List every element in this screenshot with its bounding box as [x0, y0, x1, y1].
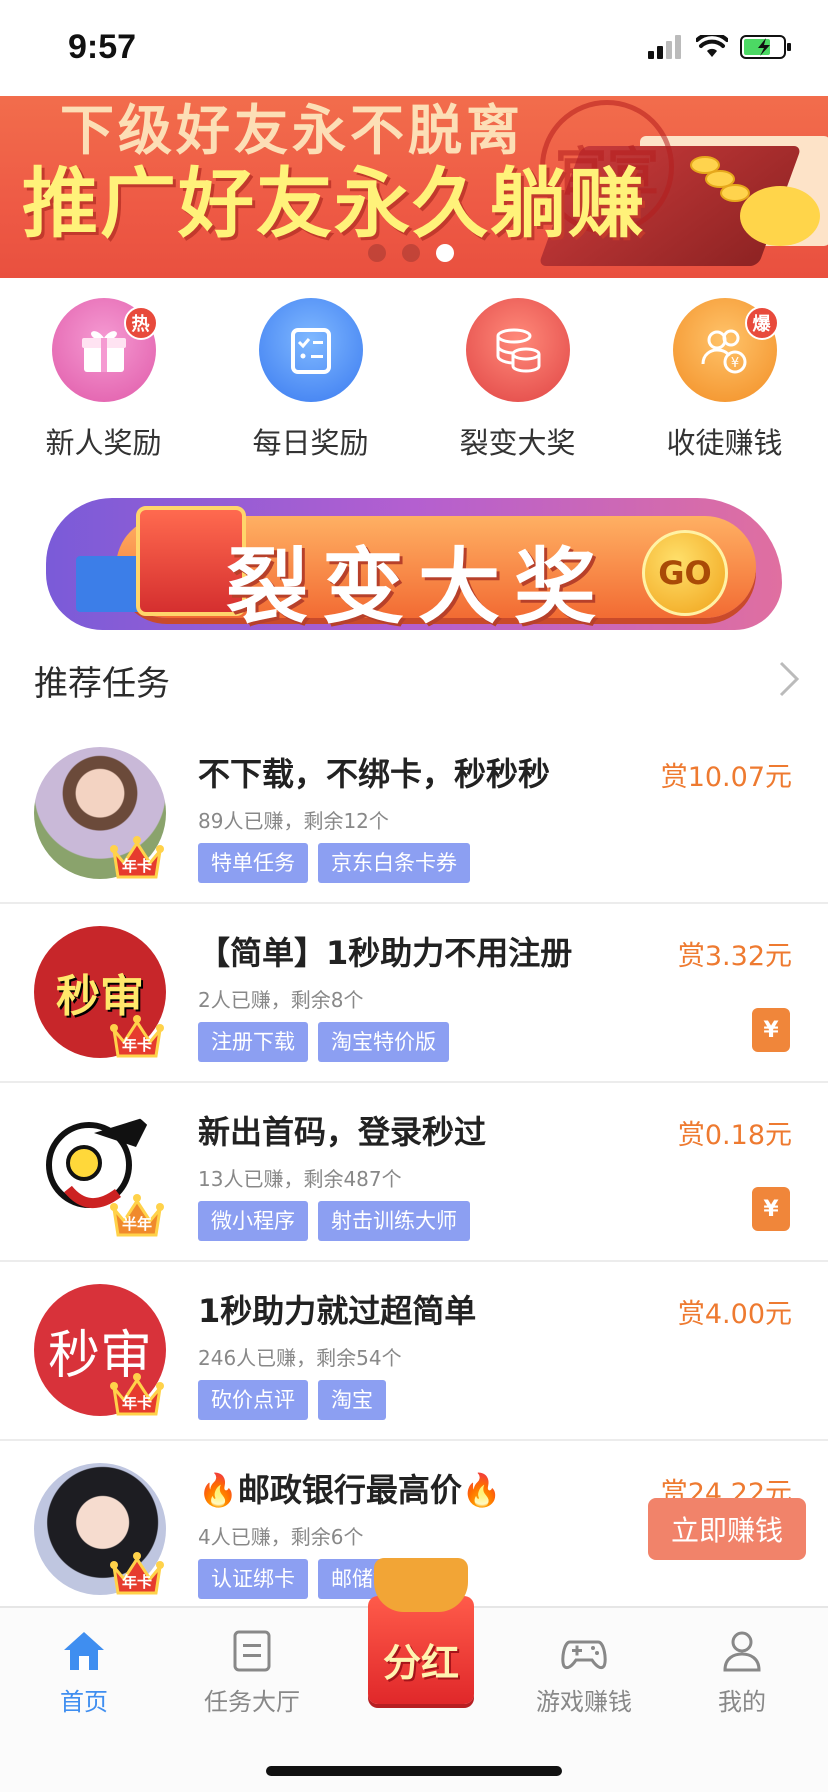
crown-label: 年卡 [121, 1394, 152, 1412]
quick-entry-label: 收徒赚钱 [666, 426, 783, 460]
bottom-tab-bar: 首页 任务大厅 分红 游戏赚钱 我的 [0, 1558, 828, 1792]
tab-game-earn[interactable]: 游戏赚钱 [504, 1630, 664, 1717]
status-icons [648, 34, 792, 60]
task-tag: 淘宝 [318, 1380, 386, 1420]
tab-home[interactable]: 首页 [4, 1630, 164, 1717]
carousel-dots [368, 244, 454, 262]
task-title: 【简单】1秒助力不用注册 [198, 934, 573, 972]
gamepad-icon [561, 1640, 607, 1670]
task-row[interactable]: 年卡 不下载，不绑卡，秒秒秒 89人已赚，剩余12个 特单任务 京东白条卡券 赏… [0, 725, 828, 904]
earn-now-button[interactable]: 立即赚钱 [648, 1498, 806, 1560]
task-reward: 赏3.32元 [677, 941, 792, 972]
red-packet-icon[interactable]: ¥ [752, 1008, 790, 1052]
quick-entry-grid: 热 新人奖励 每日奖励 裂变大奖 ¥ 爆 收徒赚钱 [0, 298, 828, 468]
crown-label: 年卡 [121, 1036, 152, 1054]
crown-label: 年卡 [121, 857, 152, 875]
quick-entry-daily-reward[interactable]: 每日奖励 [207, 298, 414, 468]
task-meta: 13人已赚，剩余487个 [198, 1167, 402, 1191]
task-tags: 砍价点评 淘宝 [198, 1380, 386, 1420]
task-title: 不下载，不绑卡，秒秒秒 [198, 755, 551, 793]
task-tag: 特单任务 [198, 843, 308, 883]
task-title: 新出首码，登录秒过 [198, 1113, 487, 1151]
task-tag: 京东白条卡券 [318, 843, 470, 883]
quick-entry-recruit-earn[interactable]: ¥ 爆 收徒赚钱 [621, 298, 828, 468]
tab-label: 游戏赚钱 [536, 1688, 632, 1716]
coins-stack-icon [465, 298, 570, 402]
tab-label: 我的 [718, 1688, 766, 1716]
task-reward: 赏0.18元 [677, 1120, 792, 1151]
task-title: 1秒助力就过超简单 [198, 1292, 477, 1330]
explosive-badge: 爆 [744, 306, 779, 340]
crown-badge-icon: 半年 [108, 1183, 166, 1241]
quick-entry-label: 裂变大奖 [459, 426, 576, 460]
crown-badge-icon: 年卡 [108, 1362, 166, 1420]
tab-dividend[interactable]: 分红 [368, 1558, 474, 1704]
tab-task-hall[interactable]: 任务大厅 [172, 1630, 332, 1717]
status-time: 9:57 [68, 28, 137, 66]
red-packet-icon[interactable]: ¥ [752, 1187, 790, 1231]
gift-icon: 热 [51, 298, 158, 402]
carousel-dot-active[interactable] [436, 244, 454, 262]
task-tags: 特单任务 京东白条卡券 [198, 843, 470, 883]
task-tags: 注册下载 淘宝特价版 [198, 1022, 449, 1062]
task-meta: 89人已赚，剩余12个 [198, 809, 389, 833]
crown-badge-icon: 年卡 [108, 825, 166, 883]
task-list: 年卡 不下载，不绑卡，秒秒秒 89人已赚，剩余12个 特单任务 京东白条卡券 赏… [0, 725, 828, 1620]
piggy-bank-icon [740, 186, 820, 246]
home-icon [64, 1632, 104, 1670]
recommended-tasks-header[interactable]: 推荐任务 [0, 640, 828, 718]
app-screen: 9:57 官宣 下级好友永不脱离 推广好友永久躺赚 热 新人奖励 每日奖励 裂变… [0, 0, 828, 1792]
quick-entry-newcomer-reward[interactable]: 热 新人奖励 [0, 298, 207, 468]
task-row[interactable]: 秒审 年卡 【简单】1秒助力不用注册 2人已赚，剩余8个 注册下载 淘宝特价版 … [0, 904, 828, 1083]
quick-entry-label: 新人奖励 [45, 426, 162, 460]
task-tags: 微小程序 射击训练大师 [198, 1201, 470, 1241]
crown-label: 年卡 [121, 1573, 152, 1591]
checklist-icon [258, 298, 363, 402]
crown-badge-icon: 年卡 [108, 1004, 166, 1062]
tab-label: 首页 [60, 1688, 108, 1716]
crown-badge-icon: 年卡 [108, 1541, 166, 1599]
task-tag: 微小程序 [198, 1201, 308, 1241]
quick-entry-label: 每日奖励 [252, 426, 369, 460]
tab-label: 任务大厅 [204, 1688, 300, 1716]
carousel-dot[interactable] [368, 244, 386, 262]
task-tag: 注册下载 [198, 1022, 308, 1062]
tab-mine[interactable]: 我的 [662, 1630, 822, 1717]
battery-charging-icon [740, 35, 791, 59]
cellular-signal-icon [648, 35, 681, 59]
hot-badge: 热 [123, 306, 158, 340]
fission-prize-banner[interactable]: 裂变大奖 GO [46, 486, 782, 635]
go-button[interactable]: GO [642, 530, 728, 616]
home-indicator [266, 1766, 562, 1776]
banner-headline: 推广好友永久躺赚 [22, 159, 646, 248]
tab-label: 分红 [382, 1641, 459, 1685]
section-title: 推荐任务 [34, 664, 170, 704]
task-title: 🔥邮政银行最高价🔥 [198, 1471, 502, 1509]
red-envelope-flap [374, 1558, 468, 1612]
carousel-dot[interactable] [402, 244, 420, 262]
task-list-icon [233, 1630, 271, 1672]
task-tag: 射击训练大师 [318, 1201, 470, 1241]
task-tag: 淘宝特价版 [318, 1022, 449, 1062]
task-reward: 赏4.00元 [677, 1299, 792, 1330]
status-bar: 9:57 [0, 0, 828, 96]
user-icon [723, 1631, 761, 1672]
crown-label: 半年 [121, 1215, 152, 1233]
task-meta: 4人已赚，剩余6个 [198, 1525, 364, 1549]
task-row[interactable]: 半年 新出首码，登录秒过 13人已赚，剩余487个 微小程序 射击训练大师 赏0… [0, 1083, 828, 1262]
task-row[interactable]: 秒审 年卡 1秒助力就过超简单 246人已赚，剩余54个 砍价点评 淘宝 赏4.… [0, 1262, 828, 1441]
people-coin-icon: ¥ 爆 [672, 298, 779, 402]
wifi-icon [696, 35, 728, 57]
task-reward: 赏10.07元 [660, 762, 792, 793]
task-tag: 砍价点评 [198, 1380, 308, 1420]
quick-entry-fission-prize[interactable]: 裂变大奖 [414, 298, 621, 468]
task-meta: 2人已赚，剩余8个 [198, 988, 364, 1012]
task-tag: 认证绑卡 [198, 1559, 308, 1599]
promo-title: 裂变大奖 [226, 540, 611, 635]
chevron-right-icon[interactable] [778, 660, 800, 698]
task-meta: 246人已赚，剩余54个 [198, 1346, 402, 1370]
svg-text:¥: ¥ [730, 356, 738, 371]
